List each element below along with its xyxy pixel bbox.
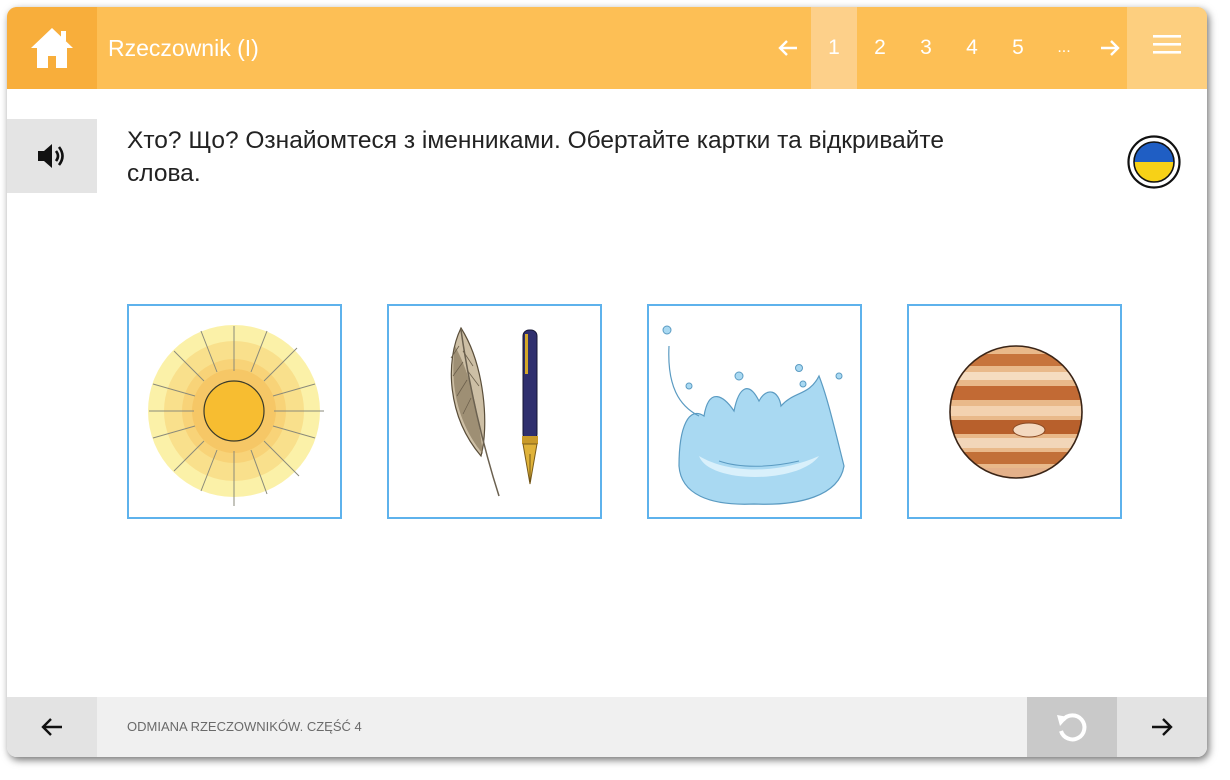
page-navigator: 1 2 3 4 5 ... — [765, 7, 1133, 89]
home-button[interactable] — [7, 7, 97, 89]
arrow-left-icon — [41, 718, 62, 736]
next-page-button[interactable] — [1117, 697, 1207, 757]
planet-jupiter-image — [949, 345, 1083, 479]
arrow-right-icon — [1152, 718, 1173, 736]
sun-image — [148, 325, 324, 506]
flip-card-water[interactable] — [647, 304, 862, 519]
arrow-left-icon — [778, 40, 797, 56]
arrow-right-icon — [1101, 40, 1120, 56]
flip-card-planet[interactable] — [907, 304, 1122, 519]
language-switch-button[interactable] — [1127, 135, 1181, 189]
menu-button[interactable] — [1127, 7, 1207, 89]
page-link-more[interactable]: ... — [1041, 7, 1087, 89]
feather-and-pen-image — [450, 326, 538, 497]
task-instruction: Хто? Що? Ознайомтеся з іменниками. Оберт… — [127, 127, 944, 187]
reset-icon — [1057, 713, 1087, 742]
app-window: Rzeczownik (I) 1 2 3 4 5 ... Хто? Що? Оз… — [7, 7, 1207, 757]
page-link-4[interactable]: 4 — [949, 7, 995, 89]
previous-page-button[interactable] — [7, 697, 97, 757]
lesson-title: ODMIANA RZECZOWNIKÓW. CZĘŚĆ 4 — [127, 719, 362, 734]
page-link-2[interactable]: 2 — [857, 7, 903, 89]
footer-bar: ODMIANA RZECZOWNIKÓW. CZĘŚĆ 4 — [7, 697, 1207, 757]
play-audio-button[interactable] — [7, 119, 97, 193]
reset-button[interactable] — [1027, 697, 1117, 757]
flip-card-sun[interactable] — [127, 304, 342, 519]
pager-prev-button[interactable] — [765, 7, 811, 89]
page-link-3[interactable]: 3 — [903, 7, 949, 89]
ukraine-flag-icon — [1127, 135, 1181, 189]
flip-card-feather-pen[interactable] — [387, 304, 602, 519]
water-splash-image — [662, 325, 845, 505]
hamburger-menu-icon — [1153, 35, 1181, 54]
page-link-1[interactable]: 1 — [811, 7, 857, 89]
speaker-icon — [38, 144, 64, 168]
page-link-5[interactable]: 5 — [995, 7, 1041, 89]
header-bar: Rzeczownik (I) 1 2 3 4 5 ... — [7, 7, 1207, 89]
home-icon — [31, 28, 73, 68]
page-title: Rzeczownik (I) — [108, 35, 259, 61]
